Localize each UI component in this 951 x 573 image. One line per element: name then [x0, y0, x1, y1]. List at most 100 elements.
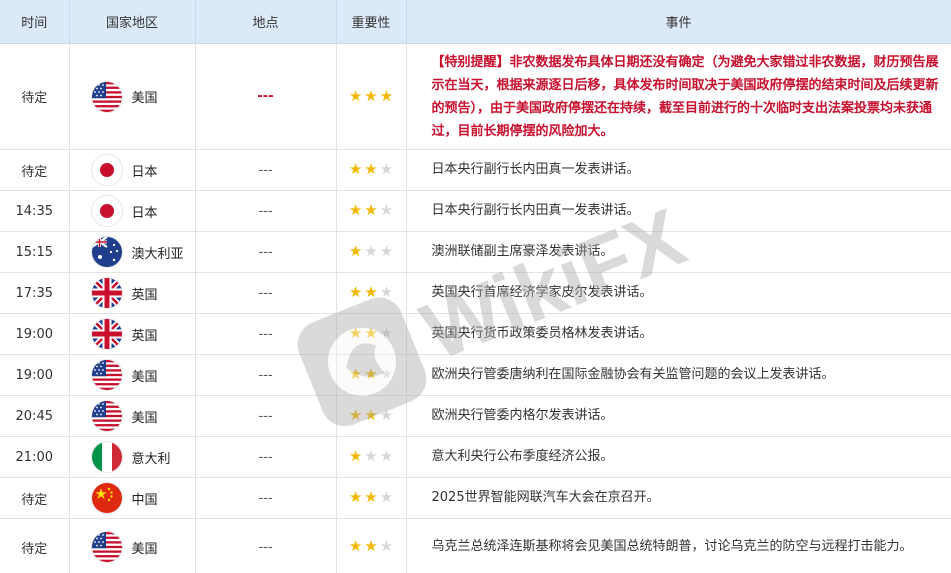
importance-rating: ★ ★ ★	[349, 285, 393, 300]
flag-gb-icon	[91, 319, 122, 349]
cell-place: ---	[195, 272, 337, 314]
table-row[interactable]: 待定 日本 --- ★ ★ ★ 日本央行副行长内田真一发表讲话。	[0, 149, 951, 191]
star-icon: ★	[364, 86, 378, 105]
flag-gb-icon	[91, 278, 122, 308]
star-icon: ★	[379, 160, 394, 178]
event-place: ---	[258, 162, 273, 178]
event-time: 17:35	[15, 285, 53, 301]
cell-event: 日本央行副行长内田真一发表讲话。	[406, 190, 951, 232]
importance-rating: ★ ★ ★	[349, 490, 393, 505]
cell-event: 2025世界智能网联汽车大会在京召开。	[406, 477, 951, 519]
country-name: 美国	[131, 541, 158, 557]
table-row[interactable]: 待定 美国 --- ★ ★ ★ 【特别提醒】非农数据发布具体日期还没有确定（为避免大家错过非…	[0, 43, 951, 150]
cell-country: 美国	[69, 354, 196, 396]
star-icon: ★	[364, 447, 378, 465]
cell-event: 意大利央行公布季度经济公报。	[406, 436, 951, 478]
country-name: 美国	[131, 91, 158, 106]
flag-au-icon	[91, 237, 122, 267]
cell-time: 待定	[0, 43, 70, 150]
star-icon: ★	[364, 242, 378, 260]
cell-event: 英国央行首席经济学家皮尔发表讲话。	[406, 272, 951, 314]
event-time: 待定	[21, 492, 48, 508]
importance-rating: ★ ★ ★	[349, 326, 393, 341]
star-icon: ★	[364, 488, 378, 506]
event-place: ---	[258, 244, 273, 260]
star-icon: ★	[348, 447, 363, 465]
country-name: 美国	[131, 369, 158, 385]
table-row[interactable]: 17:35 英国 --- ★ ★ ★ 英国央行首席经济学家皮尔发表讲话。	[0, 272, 951, 314]
star-icon: ★	[379, 324, 394, 342]
star-icon: ★	[348, 201, 363, 219]
flag-us-icon	[91, 532, 122, 562]
table-row[interactable]: 20:45 美国 --- ★ ★ ★ 欧洲央行管委内格尔发表讲话。	[0, 395, 951, 437]
cell-time: 19:00	[0, 354, 70, 396]
star-icon: ★	[379, 447, 394, 465]
event-time: 14:35	[15, 203, 53, 219]
table-row[interactable]: 19:00 美国 --- ★ ★ ★ 欧洲央行管委唐纳利在国际金融协会有关监管问题的会议上发…	[0, 354, 951, 396]
cell-event: 欧洲央行管委唐纳利在国际金融协会有关监管问题的会议上发表讲话。	[406, 354, 951, 396]
star-icon: ★	[348, 365, 363, 383]
star-icon: ★	[348, 488, 363, 506]
cell-event: 欧洲央行管委内格尔发表讲话。	[406, 395, 951, 437]
star-icon: ★	[348, 242, 363, 260]
cell-country: 澳大利亚	[69, 231, 196, 273]
cell-importance: ★ ★ ★	[336, 149, 407, 191]
table-row[interactable]: 14:35 日本 --- ★ ★ ★ 日本央行副行长内田真一发表讲话。	[0, 190, 951, 232]
cell-country: 日本	[69, 149, 196, 191]
cell-country: 美国	[69, 395, 196, 437]
event-description: 意大利央行公布季度经济公报。	[431, 449, 614, 464]
header-time: 时间	[0, 0, 70, 44]
star-icon: ★	[364, 160, 378, 178]
event-time: 15:15	[15, 244, 53, 260]
cell-country: 中国	[69, 477, 196, 519]
importance-rating: ★ ★ ★	[349, 162, 393, 177]
star-icon: ★	[348, 537, 363, 555]
flag-jp-icon	[91, 155, 122, 185]
importance-rating: ★ ★ ★	[349, 244, 393, 259]
event-description: 欧洲央行管委内格尔发表讲话。	[431, 408, 614, 423]
cell-place: ---	[195, 354, 337, 396]
table-row[interactable]: 待定 中国 --- ★ ★ ★ 2025世界智能网联汽车大会在京召开。	[0, 477, 951, 519]
star-icon: ★	[379, 242, 394, 260]
star-icon: ★	[364, 283, 378, 301]
importance-rating: ★ ★ ★	[349, 539, 393, 554]
cell-place: ---	[195, 518, 337, 573]
table-row[interactable]: 待定 美国 --- ★ ★ ★ 乌克兰总统泽连斯基称将会见美国总统特朗普，讨论乌克兰的防空与…	[0, 518, 951, 573]
star-icon: ★	[379, 86, 394, 105]
star-icon: ★	[364, 324, 378, 342]
importance-rating: ★ ★ ★	[349, 86, 394, 105]
cell-time: 14:35	[0, 190, 70, 232]
cell-place: ---	[195, 149, 337, 191]
cell-importance: ★ ★ ★	[336, 272, 407, 314]
cell-event: 日本央行副行长内田真一发表讲话。	[406, 149, 951, 191]
table-header-row: 时间 国家地区 地点 重要性 事件	[0, 0, 951, 44]
star-icon: ★	[348, 406, 363, 424]
event-description: 日本央行副行长内田真一发表讲话。	[431, 162, 640, 177]
table-row[interactable]: 21:00 意大利 --- ★ ★ ★ 意大利央行公布季度经济公报。	[0, 436, 951, 478]
table-row[interactable]: 19:00 英国 --- ★ ★ ★ 英国央行货币政策委员格林发表讲话。	[0, 313, 951, 355]
header-place: 地点	[195, 0, 337, 44]
event-description: 英国央行首席经济学家皮尔发表讲话。	[431, 285, 653, 300]
star-icon: ★	[379, 406, 394, 424]
event-time: 20:45	[15, 408, 53, 424]
event-description: 英国央行货币政策委员格林发表讲话。	[431, 326, 653, 341]
star-icon: ★	[348, 160, 363, 178]
table-row[interactable]: 15:15 澳大利亚 --- ★ ★ ★ 澳洲联储副主席豪泽发表讲话。	[0, 231, 951, 273]
star-icon: ★	[379, 365, 394, 383]
cell-importance: ★ ★ ★	[336, 518, 407, 573]
event-time: 待定	[21, 541, 48, 557]
flag-us-icon	[91, 401, 122, 431]
economic-calendar: 时间 国家地区 地点 重要性 事件 待定 美国 --- ★ ★ ★ 【特别提醒】非农数据发布…	[0, 0, 951, 573]
cell-importance: ★ ★ ★	[336, 395, 407, 437]
country-name: 日本	[131, 205, 158, 221]
cell-country: 英国	[69, 272, 196, 314]
cell-importance: ★ ★ ★	[336, 354, 407, 396]
star-icon: ★	[379, 537, 394, 555]
header-country: 国家地区	[69, 0, 196, 44]
cell-event: 【特别提醒】非农数据发布具体日期还没有确定（为避免大家错过非农数据，财历预告展示…	[406, 43, 951, 150]
cell-time: 20:45	[0, 395, 70, 437]
cell-place: ---	[195, 190, 337, 232]
importance-rating: ★ ★ ★	[349, 449, 393, 464]
event-place: ---	[257, 89, 274, 104]
event-place: ---	[258, 490, 273, 506]
